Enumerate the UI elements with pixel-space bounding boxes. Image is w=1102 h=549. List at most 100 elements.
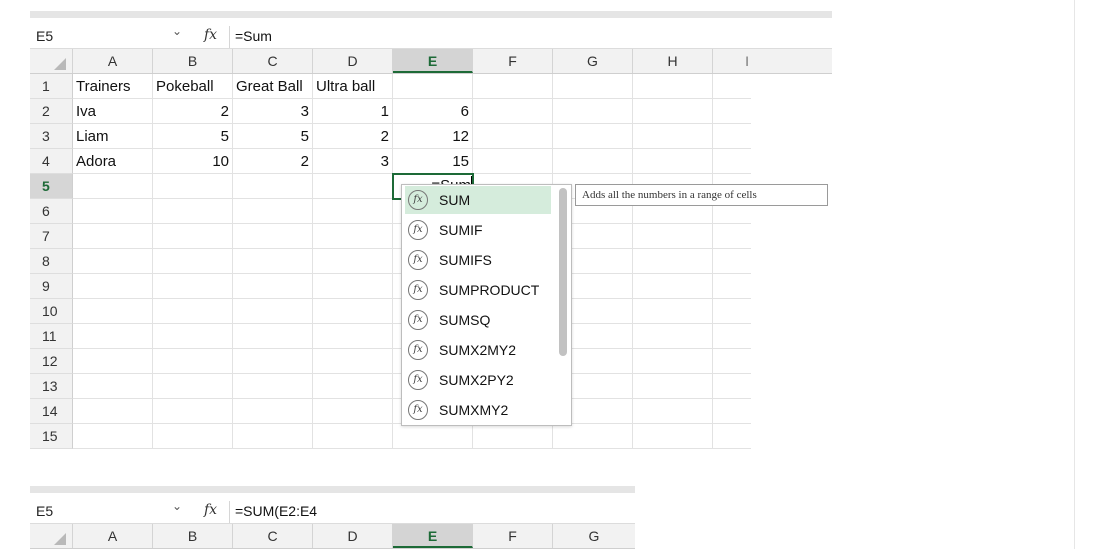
column-header[interactable]: H xyxy=(633,49,713,73)
cell[interactable]: 12 xyxy=(393,124,473,149)
cell[interactable] xyxy=(553,74,633,99)
dropdown-scrollbar[interactable] xyxy=(559,188,567,356)
cell[interactable]: 5 xyxy=(153,124,233,149)
cell[interactable] xyxy=(233,274,313,299)
cell[interactable] xyxy=(153,199,233,224)
cell[interactable]: 3 xyxy=(233,99,313,124)
row-header-selected[interactable]: 5 xyxy=(30,174,73,199)
cell[interactable] xyxy=(633,274,713,299)
cell[interactable]: 2 xyxy=(313,124,393,149)
column-header[interactable]: A xyxy=(73,49,153,73)
cell[interactable] xyxy=(713,224,751,249)
cell[interactable] xyxy=(553,124,633,149)
column-header[interactable]: D xyxy=(313,49,393,73)
cell[interactable] xyxy=(73,374,153,399)
autocomplete-item[interactable]: fx SUMSQ xyxy=(405,306,551,334)
row-header[interactable]: 11 xyxy=(30,324,73,349)
cell[interactable] xyxy=(633,324,713,349)
cell[interactable] xyxy=(153,374,233,399)
cell[interactable] xyxy=(313,324,393,349)
cell[interactable] xyxy=(713,124,751,149)
cell[interactable] xyxy=(633,399,713,424)
cell[interactable] xyxy=(73,424,153,449)
cell[interactable] xyxy=(153,249,233,274)
cell[interactable] xyxy=(553,149,633,174)
cell[interactable] xyxy=(153,324,233,349)
cell[interactable] xyxy=(233,174,313,199)
chevron-down-icon[interactable]: ⌄ xyxy=(172,24,182,38)
cell[interactable]: 1 xyxy=(313,99,393,124)
cell[interactable] xyxy=(473,99,553,124)
cell[interactable]: Trainers xyxy=(73,74,153,99)
cell[interactable]: 10 xyxy=(153,149,233,174)
autocomplete-item[interactable]: fx SUMX2MY2 xyxy=(405,336,551,364)
name-box[interactable]: E5 xyxy=(36,28,53,44)
cell[interactable]: 3 xyxy=(313,149,393,174)
cell[interactable] xyxy=(633,349,713,374)
cell[interactable] xyxy=(633,124,713,149)
cell[interactable] xyxy=(153,274,233,299)
cell[interactable] xyxy=(73,224,153,249)
column-header[interactable]: F xyxy=(473,49,553,73)
row-header[interactable]: 4 xyxy=(30,149,73,174)
cell[interactable]: 5 xyxy=(233,124,313,149)
cell[interactable] xyxy=(713,249,751,274)
select-all-corner[interactable] xyxy=(30,524,73,548)
cell[interactable] xyxy=(713,149,751,174)
cell[interactable] xyxy=(313,349,393,374)
cell[interactable] xyxy=(233,299,313,324)
cell[interactable] xyxy=(73,249,153,274)
cell[interactable] xyxy=(633,224,713,249)
column-header[interactable]: G xyxy=(553,49,633,73)
cell[interactable] xyxy=(713,99,751,124)
cell[interactable] xyxy=(393,74,473,99)
cell[interactable] xyxy=(473,124,553,149)
cell[interactable] xyxy=(153,424,233,449)
cell[interactable] xyxy=(233,324,313,349)
cell[interactable] xyxy=(713,324,751,349)
cell[interactable] xyxy=(153,174,233,199)
cell[interactable] xyxy=(633,424,713,449)
formula-input[interactable]: =SUM(E2:E4 xyxy=(235,503,317,519)
fx-icon[interactable]: fx xyxy=(204,27,217,43)
cell[interactable]: Iva xyxy=(73,99,153,124)
cell[interactable] xyxy=(313,299,393,324)
cell[interactable] xyxy=(473,424,553,449)
autocomplete-item[interactable]: fx SUMXMY2 xyxy=(405,396,551,424)
cell[interactable] xyxy=(233,424,313,449)
row-header[interactable]: 15 xyxy=(30,424,73,449)
cell[interactable] xyxy=(313,274,393,299)
cell[interactable] xyxy=(713,349,751,374)
cell[interactable] xyxy=(233,399,313,424)
cell[interactable]: 2 xyxy=(153,99,233,124)
cell[interactable] xyxy=(313,174,393,199)
row-header[interactable]: 3 xyxy=(30,124,73,149)
cell[interactable]: Ultra ball xyxy=(313,74,393,99)
cell[interactable] xyxy=(313,399,393,424)
formula-input[interactable]: =Sum xyxy=(235,28,272,44)
cell[interactable] xyxy=(233,199,313,224)
cell[interactable] xyxy=(73,324,153,349)
cell[interactable] xyxy=(313,199,393,224)
fx-icon[interactable]: fx xyxy=(204,502,217,518)
cell[interactable] xyxy=(73,349,153,374)
cell[interactable] xyxy=(713,424,751,449)
select-all-corner[interactable] xyxy=(30,49,73,73)
cell[interactable] xyxy=(153,399,233,424)
row-header[interactable]: 6 xyxy=(30,199,73,224)
cell[interactable]: Great Ball xyxy=(233,74,313,99)
cell[interactable]: 6 xyxy=(393,99,473,124)
column-header[interactable]: I xyxy=(713,49,751,73)
row-header[interactable]: 2 xyxy=(30,99,73,124)
cell[interactable] xyxy=(553,424,633,449)
row-header[interactable]: 7 xyxy=(30,224,73,249)
cell[interactable] xyxy=(633,99,713,124)
row-header[interactable]: 13 xyxy=(30,374,73,399)
cell[interactable] xyxy=(713,74,751,99)
cell[interactable] xyxy=(233,374,313,399)
column-header[interactable]: B xyxy=(153,49,233,73)
row-header[interactable]: 10 xyxy=(30,299,73,324)
cell[interactable] xyxy=(713,299,751,324)
column-header[interactable]: D xyxy=(313,524,393,548)
cell[interactable]: 2 xyxy=(233,149,313,174)
